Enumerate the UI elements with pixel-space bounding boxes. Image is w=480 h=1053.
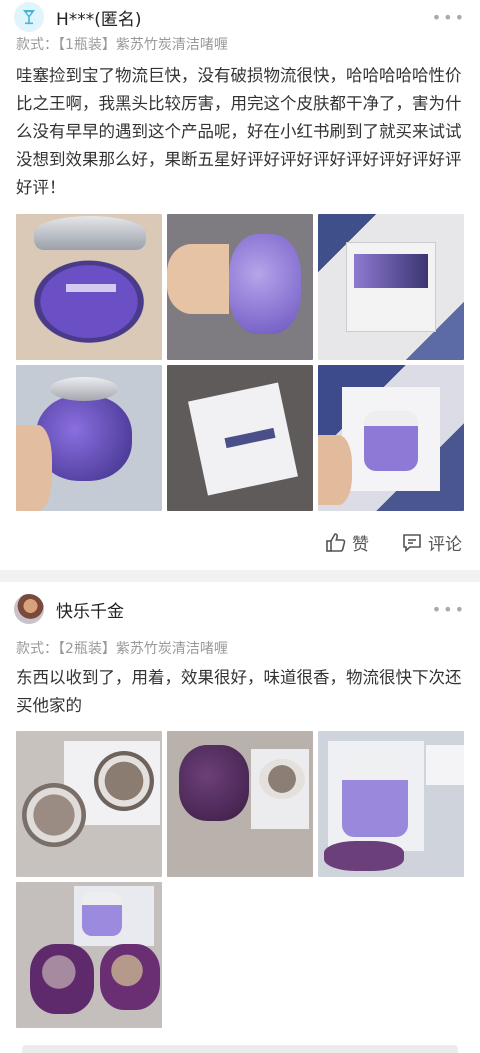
avatar[interactable]: [14, 2, 44, 32]
heart-cup-icon: [23, 10, 35, 25]
more-dots-icon[interactable]: •••: [432, 8, 466, 27]
bottom-divider: [22, 1045, 458, 1053]
review-actions: 赞 评论: [325, 530, 462, 555]
spec-value: 【2瓶装】紫苏竹炭清洁啫喱: [58, 641, 228, 657]
photo-grid: [16, 214, 464, 511]
review-card: H***(匿名) ••• 款式：【1瓶装】紫苏竹炭清洁啫喱 哇塞捡到宝了物流巨快…: [0, 0, 480, 570]
photo-grid: [16, 731, 464, 1028]
spec-value: 【1瓶装】紫苏竹炭清洁啫喱: [58, 37, 228, 53]
review-photo-2[interactable]: [167, 731, 313, 877]
review-header: H***(匿名) •••: [14, 0, 466, 34]
review-photo-4[interactable]: [16, 365, 162, 511]
comment-label: 评论: [428, 535, 462, 555]
comment-icon: [403, 533, 421, 552]
username: H***(匿名): [56, 9, 142, 30]
review-photo-6[interactable]: [318, 365, 464, 511]
more-dots-icon[interactable]: •••: [432, 600, 466, 619]
review-photo-4[interactable]: [16, 882, 162, 1028]
spec-label: 款式：: [16, 37, 58, 53]
like-button[interactable]: 赞: [325, 530, 369, 555]
review-photo-2[interactable]: [167, 214, 313, 360]
review-content: 东西以收到了，用着，效果很好，味道很香，物流很快下次还买他家的: [16, 668, 462, 715]
review-content: 哇塞捡到宝了物流巨快，没有破损物流很快，哈哈哈哈哈性价比之王啊，我黑头比较厉害，…: [16, 66, 462, 197]
review-header: 快乐千金 •••: [14, 592, 466, 626]
comment-button[interactable]: 评论: [401, 530, 462, 555]
review-photo-1[interactable]: [16, 731, 162, 877]
product-spec: 款式：【2瓶装】紫苏竹炭清洁啫喱: [16, 638, 228, 658]
review-photo-3[interactable]: [318, 214, 464, 360]
review-photo-1[interactable]: [16, 214, 162, 360]
product-spec: 款式：【1瓶装】紫苏竹炭清洁啫喱: [16, 34, 228, 54]
review-photo-5[interactable]: [167, 365, 313, 511]
username: 快乐千金: [56, 601, 124, 622]
thumb-up-icon: [326, 532, 346, 552]
like-label: 赞: [352, 535, 369, 555]
spec-label: 款式：: [16, 641, 58, 657]
user-avatar-photo[interactable]: [14, 594, 44, 624]
review-photo-3[interactable]: [318, 731, 464, 877]
